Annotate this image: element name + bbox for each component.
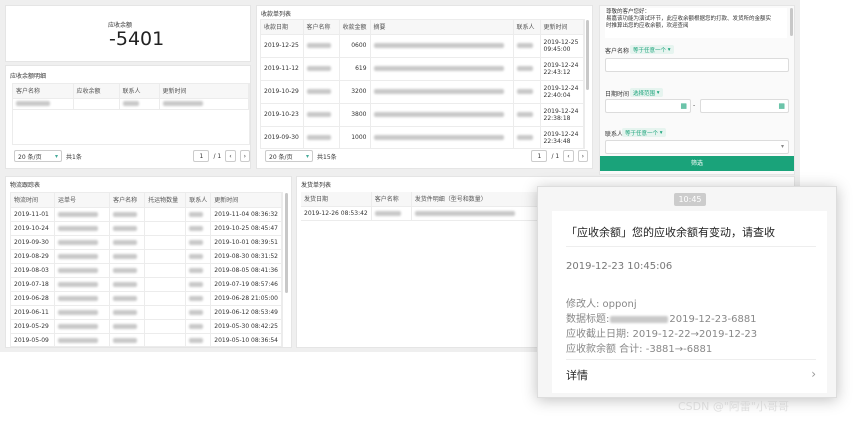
panel-title: 收款单列表: [261, 11, 292, 18]
date-label: 日期时间: [605, 91, 630, 98]
table-row[interactable]: 2019-10-23 3800 2019-12-24 22:38:18: [261, 103, 584, 127]
column-header[interactable]: 更新时间: [159, 84, 249, 99]
page-size-select[interactable]: 20 条/页 ▾: [265, 150, 313, 162]
table-row[interactable]: 2019-10-29 3200 2019-12-24 22:40:04: [261, 80, 584, 104]
column-header[interactable]: 联系人: [513, 20, 541, 35]
table-row[interactable]: 2019-08-29 2019-08-30 08:31:52: [11, 249, 282, 264]
table-row[interactable]: 2019-09-30 2019-10-01 08:39:51: [11, 235, 282, 250]
table-row[interactable]: [13, 98, 249, 110]
shipments-table: 发货日期 客户名称 发货件明细（型号和数量） 2019-12-26 08:53:42: [301, 192, 546, 221]
receivable-detail-panel: 应收余额明细 客户名称 应收余额 联系人 更新时间 20 条/页 ▾ 共1条 1 / 1…: [5, 65, 251, 169]
panel-title: 应收余额明细: [10, 73, 47, 80]
details-link[interactable]: 详情 ›: [566, 367, 816, 387]
notification-title: 「应收余额」您的应收余额有变动，请查收: [566, 226, 775, 239]
notification-card[interactable]: 「应收余额」您的应收余额有变动，请查收 2019-12-23 10:45:06 …: [552, 211, 827, 393]
page-total: / 1: [551, 152, 560, 160]
column-header[interactable]: 托运物数量: [144, 193, 187, 208]
column-header[interactable]: 更新时间: [540, 20, 584, 35]
customer-field[interactable]: [605, 58, 789, 72]
contact-operator-select[interactable]: 等于任意一个 ▾: [622, 128, 666, 137]
page-input[interactable]: 1: [193, 150, 210, 162]
table-row[interactable]: 2019-05-29 2019-05-30 08:42:25: [11, 319, 282, 334]
date-operator-select[interactable]: 选择范围 ▾: [630, 88, 663, 97]
column-header[interactable]: 客户名称: [303, 20, 340, 35]
column-header[interactable]: 运单号: [54, 193, 111, 208]
range-separator: -: [693, 102, 696, 109]
divider: [566, 359, 816, 360]
prev-page-button[interactable]: ‹: [225, 150, 236, 162]
payments-panel: 收款单列表 收款日期 客户名称 收款金额 摘要 联系人 更新时间 2019-12-25 06…: [256, 5, 593, 169]
chevron-down-icon: ▾: [54, 152, 58, 160]
chevron-right-icon: ›: [811, 367, 816, 381]
notification-time: 10:45: [674, 193, 706, 206]
pagination: 20 条/页 ▾ 共1条 1 / 1 ‹ ›: [14, 150, 250, 162]
panel-title: 物流跟踪表: [10, 182, 41, 189]
table-row[interactable]: 2019-12-25 0600 2019-12-25 09:45:00: [261, 34, 584, 58]
column-header[interactable]: 发货日期: [301, 192, 372, 207]
notification-popup: 10:45 「应收余额」您的应收余额有变动，请查收 2019-12-23 10:…: [537, 186, 837, 398]
scrollbar[interactable]: [586, 20, 589, 90]
start-date-field[interactable]: ▦: [605, 99, 691, 113]
table-row[interactable]: 2019-06-28 2019-06-28 21:05:00: [11, 291, 282, 306]
table-row[interactable]: 2019-08-03 2019-08-05 08:41:36: [11, 263, 282, 278]
column-header[interactable]: 物流时间: [11, 193, 55, 208]
contact-field[interactable]: ▾: [605, 140, 789, 154]
deadline-text: 应收截止日期: 2019-12-22→2019-12-23: [566, 329, 758, 340]
filter-button[interactable]: 筛选: [600, 156, 794, 171]
table-row[interactable]: 2019-07-18 2019-07-19 08:57:46: [11, 277, 282, 292]
notification-timestamp: 2019-12-23 10:45:06: [566, 261, 673, 272]
column-header[interactable]: 收款金额: [339, 20, 371, 35]
table-row[interactable]: 2019-10-24 2019-10-25 08:45:47: [11, 221, 282, 236]
summary-value: -5401: [109, 28, 165, 50]
modifier-text: 修改人: opponj: [566, 299, 637, 310]
end-date-field[interactable]: ▦: [700, 99, 789, 113]
logistics-panel: 物流跟踪表 物流时间 运单号 客户名称 托运物数量 联系人 更新时间 2019-11-01…: [5, 176, 292, 348]
column-header[interactable]: 收款日期: [261, 20, 304, 35]
total-count: 共1条: [66, 153, 82, 161]
column-header[interactable]: 联系人: [119, 84, 160, 99]
table-row[interactable]: 2019-11-01 2019-11-04 08:36:32: [11, 207, 282, 222]
logistics-table: 物流时间 运单号 客户名称 托运物数量 联系人 更新时间 2019-11-01 2019-1…: [11, 193, 282, 346]
chevron-down-icon: ▾: [305, 152, 309, 160]
table-row[interactable]: 2019-09-30 1000 2019-12-24 22:34:48: [261, 126, 584, 148]
page-total: / 1: [213, 152, 222, 160]
receivable-table: 客户名称 应收余额 联系人 更新时间: [13, 84, 249, 110]
table-row[interactable]: 2019-12-26 08:53:42: [301, 206, 546, 221]
scrollbar[interactable]: [285, 193, 288, 293]
calendar-icon: ▦: [778, 102, 785, 110]
total-count: 共15条: [317, 153, 337, 161]
prev-page-button[interactable]: ‹: [563, 150, 574, 162]
pagination: 20 条/页 ▾ 共15条 1 / 1 ‹ ›: [265, 150, 588, 162]
calendar-icon: ▦: [680, 102, 687, 110]
table-row[interactable]: 2019-05-09 2019-05-10 08:36:54: [11, 333, 282, 346]
divider: [566, 246, 816, 247]
summary-card: 应收余额 -5401: [5, 5, 251, 62]
next-page-button[interactable]: ›: [577, 150, 588, 162]
column-header[interactable]: 客户名称: [371, 192, 412, 207]
page-size-select[interactable]: 20 条/页 ▾: [14, 150, 62, 162]
contact-label: 联系人: [605, 131, 624, 138]
balance-text: 应收款余额 合计: -3881→-6881: [566, 344, 713, 355]
page-input[interactable]: 1: [531, 150, 548, 162]
column-header[interactable]: 更新时间: [210, 193, 282, 208]
panel-title: 发货单列表: [301, 182, 332, 189]
table-row[interactable]: 2019-06-11 2019-06-12 08:53:49: [11, 305, 282, 320]
payments-table: 收款日期 客户名称 收款金额 摘要 联系人 更新时间 2019-12-25 0600 2019…: [261, 20, 584, 148]
customer-operator-select[interactable]: 等于任意一个 ▾: [630, 45, 674, 54]
column-header[interactable]: 摘要: [370, 20, 514, 35]
greeting-text: 尊敬的客户您好： 易嘉该功能为演试环节，此应收余额根据您的打款、发货所的金额实 …: [605, 8, 787, 38]
scrollbar[interactable]: [790, 8, 793, 36]
chevron-down-icon: ▾: [780, 143, 784, 150]
column-header[interactable]: 客户名称: [109, 193, 146, 208]
column-header[interactable]: 应收余额: [73, 84, 120, 99]
column-header[interactable]: 客户名称: [13, 84, 74, 99]
column-header[interactable]: 发货件明细（型号和数量）: [411, 192, 546, 207]
watermark: CSDN @"阿雷"小哥哥: [678, 400, 789, 413]
next-page-button[interactable]: ›: [239, 150, 250, 162]
customer-label: 客户名称: [605, 48, 630, 55]
table-row[interactable]: 2019-11-12 619 2019-12-24 22:43:12: [261, 57, 584, 81]
filter-panel: 尊敬的客户您好： 易嘉该功能为演试环节，此应收余额根据您的打款、发货所的金额实 …: [599, 5, 795, 175]
data-title-row: 数据标题: 2019-12-23-6881: [566, 314, 757, 325]
column-header[interactable]: 联系人: [185, 193, 212, 208]
